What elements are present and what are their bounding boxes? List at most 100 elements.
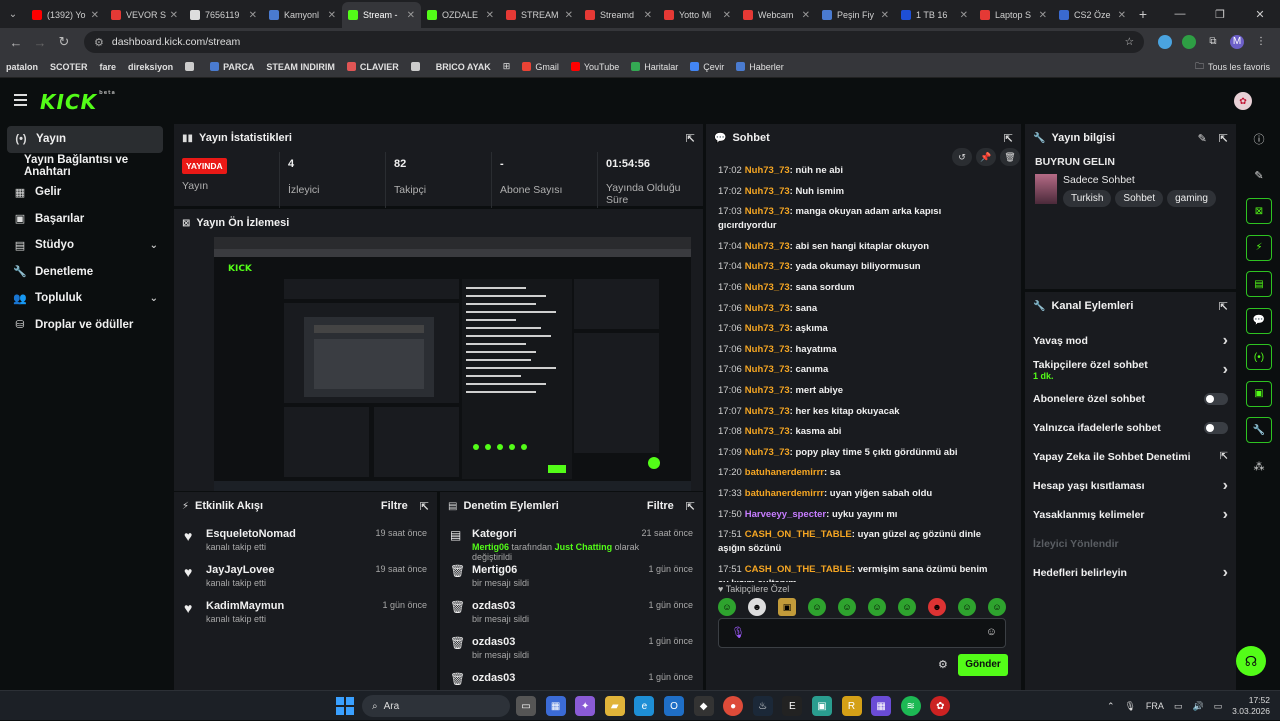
emote-icon[interactable]: ☺ [808, 598, 826, 616]
user-avatar[interactable]: ✿ [1234, 92, 1252, 110]
emote-icon[interactable]: ☺ [898, 598, 916, 616]
info-icon[interactable]: ⓘ [1246, 126, 1272, 152]
task-view-icon[interactable]: ▭ [516, 696, 536, 716]
bookmark-star-icon[interactable]: ☆ [1125, 36, 1134, 48]
clock[interactable]: 17:52 3.03.2026 [1232, 695, 1270, 717]
chat-username[interactable]: Nuh73_73 [745, 206, 790, 217]
new-tab-button[interactable]: + [1132, 6, 1154, 22]
channel-action-9[interactable]: Hedefleri belirleyin › [1025, 558, 1236, 587]
bookmark-item[interactable]: patalon [6, 62, 38, 72]
all-bookmarks-button[interactable]: 🗀 Tous les favoris [1195, 56, 1270, 78]
sidebar-item-ba-ar-lar[interactable]: ▣ Başarılar [0, 206, 170, 233]
bookmark-item[interactable]: CLAVIER [346, 62, 399, 72]
chat-input[interactable]: 🎙 ☺ [718, 618, 1006, 648]
tray-chevron-icon[interactable]: ⌃ [1107, 701, 1115, 712]
channel-action-5[interactable]: Yapay Zeka ile Sohbet Denetimi ⇱ [1025, 442, 1236, 471]
chat-username[interactable]: Nuh73_73 [745, 165, 790, 176]
channel-action-1[interactable]: Yavaş mod › [1025, 326, 1236, 355]
sidebar-item-droplar-ve-d-ller[interactable]: ⛁ Droplar ve ödüller [0, 312, 170, 339]
sidebar-item-denetleme[interactable]: 🔧 Denetleme [0, 259, 170, 286]
bookmark-item[interactable]: fare [100, 62, 117, 72]
moderation-toggle-icon[interactable]: ▤ [1246, 271, 1272, 297]
site-info-icon[interactable]: ⚙ [94, 36, 104, 49]
tray-mic-icon[interactable]: 🎙 [1124, 701, 1135, 712]
browser-tab[interactable]: Streamd ✕ [579, 2, 658, 28]
app-icon[interactable]: ▦ [871, 696, 892, 716]
emote-icon[interactable]: ☺ [718, 598, 736, 616]
app-icon[interactable]: ◆ [693, 696, 714, 716]
windows-start-icon[interactable] [336, 697, 354, 715]
channel-action-4[interactable]: Yalnızca ifadelerle sohbet [1025, 413, 1236, 442]
bookmark-item[interactable]: direksiyon [128, 62, 173, 72]
tab-close-icon[interactable]: ✕ [407, 10, 415, 21]
undo-icon[interactable]: ↺ [952, 148, 972, 166]
bookmark-item[interactable]: Gmail [522, 62, 559, 72]
bookmark-item[interactable] [410, 62, 424, 71]
app-icon[interactable]: ▣ [811, 696, 832, 716]
battery-icon[interactable]: ▭ [1214, 701, 1223, 712]
channel-action-6[interactable]: Hesap yaşı kısıtlaması › [1025, 471, 1236, 500]
store-icon[interactable]: ▦ [545, 696, 566, 716]
sidebar-item-yay-n-ba-lant-s-ve-anahtar-[interactable]: Yayın Bağlantısı ve Anahtarı [0, 153, 170, 180]
stream-tag[interactable]: gaming [1167, 190, 1216, 207]
minimize-icon[interactable]: — [1160, 0, 1200, 28]
toggle-switch[interactable] [1204, 392, 1228, 405]
language-indicator[interactable]: FRA [1146, 701, 1164, 711]
support-chat-button[interactable]: ☊ [1236, 646, 1266, 676]
tab-close-icon[interactable]: ✕ [328, 10, 336, 21]
browser-tab[interactable]: VEVOR S ✕ [105, 2, 184, 28]
bookmark-item[interactable]: PARCA [210, 62, 254, 72]
chat-username[interactable]: Nuh73_73 [745, 406, 790, 417]
tab-close-icon[interactable]: ✕ [249, 10, 257, 21]
emote-icon[interactable]: ☻ [928, 598, 946, 616]
url-field[interactable]: ⚙ dashboard.kick.com/stream ☆ [84, 31, 1144, 53]
tab-close-icon[interactable]: ✕ [960, 10, 968, 21]
pin-icon[interactable]: 📌 [976, 148, 996, 166]
emote-icon[interactable]: ▣ [778, 598, 796, 616]
moderation-filter-button[interactable]: Filtre [647, 500, 674, 512]
activity-filter-button[interactable]: Filtre [381, 500, 408, 512]
copilot-icon[interactable]: ✦ [575, 696, 596, 716]
chat-username[interactable]: Harveeyy_specter [745, 509, 826, 520]
delete-icon[interactable]: 🗑 [1000, 148, 1020, 166]
tab-close-icon[interactable]: ✕ [1039, 10, 1047, 21]
browser-tab[interactable]: Webcam ✕ [737, 2, 816, 28]
tab-close-icon[interactable]: ✕ [644, 10, 652, 21]
stream-preview-video[interactable]: KICK [214, 237, 691, 491]
back-icon[interactable]: ← [4, 35, 28, 50]
browser-tab[interactable]: CS2 Öze ✕ [1053, 2, 1132, 28]
browser-tab[interactable]: (1392) Yo ✕ [26, 2, 105, 28]
chat-username[interactable]: Nuh73_73 [745, 364, 790, 375]
browser-tab[interactable]: STREAM ✕ [500, 2, 579, 28]
hamburger-menu-icon[interactable] [14, 94, 27, 106]
emote-icon[interactable]: ☺ [838, 598, 856, 616]
sidebar-item-st-dyo[interactable]: ▤ Stüdyo ⌄ [0, 232, 170, 259]
bookmark-item[interactable]: Haritalar [631, 62, 678, 72]
chat-username[interactable]: Nuh73_73 [745, 344, 790, 355]
browser-menu-icon[interactable]: ⋮ [1254, 35, 1268, 49]
close-window-icon[interactable]: ✕ [1240, 0, 1280, 28]
extensions-puzzle-icon[interactable]: ⧉ [1206, 35, 1220, 49]
bookmark-item[interactable]: BRICO AYAK [436, 62, 491, 72]
bookmark-item[interactable] [185, 62, 198, 71]
activity-popout-icon[interactable]: ⇱ [420, 500, 429, 513]
outlook-icon[interactable]: O [663, 696, 684, 716]
chat-toggle-icon[interactable]: 💬 [1246, 307, 1272, 334]
emote-icon[interactable]: ☺ [868, 598, 886, 616]
steam-icon[interactable]: ♨ [752, 696, 773, 716]
shield-extension-icon[interactable] [1182, 35, 1196, 49]
tab-close-icon[interactable]: ✕ [1118, 10, 1126, 21]
microphone-icon[interactable]: 🎙 [731, 626, 745, 639]
chat-username[interactable]: Nuh73_73 [745, 385, 790, 396]
emote-icon[interactable]: ☺ [988, 598, 1006, 616]
channel-actions-popout-icon[interactable]: ⇱ [1219, 300, 1228, 313]
sidebar-item-yay-n[interactable]: (•) Yayın [7, 126, 163, 153]
browser-tab[interactable]: Laptop S ✕ [974, 2, 1053, 28]
chat-username[interactable]: Nuh73_73 [745, 447, 790, 458]
preview-toggle-icon[interactable]: ⊠ [1246, 198, 1272, 224]
chat-username[interactable]: Nuh73_73 [745, 303, 790, 314]
sidebar-item-topluluk[interactable]: 👥 Topluluk ⌄ [0, 285, 170, 312]
layout-icon[interactable]: ⁂ [1246, 454, 1272, 480]
chat-username[interactable]: Nuh73_73 [745, 186, 790, 197]
tab-close-icon[interactable]: ✕ [486, 10, 494, 21]
